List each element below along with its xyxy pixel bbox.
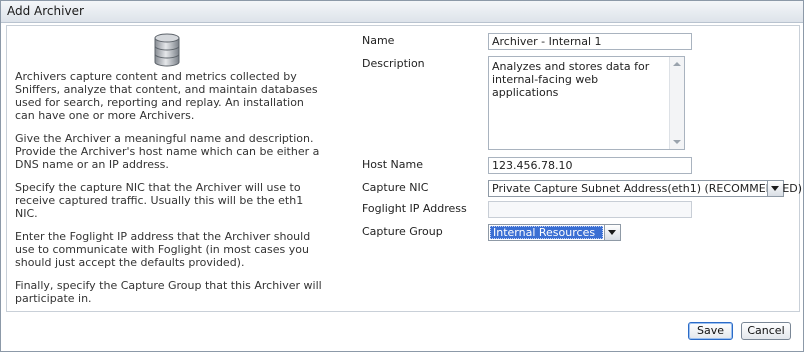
scroll-down-icon[interactable] — [673, 140, 681, 144]
capture-group-select[interactable]: Internal Resources — [488, 224, 621, 241]
description-label: Description — [362, 57, 425, 70]
capture-nic-select[interactable]: Private Capture Subnet Address(eth1) (RE… — [488, 180, 802, 197]
name-label: Name — [362, 34, 395, 47]
host-name-field[interactable]: 123.456.78.10 — [488, 157, 692, 174]
help-paragraph: Specify the capture NIC that the Archive… — [15, 181, 304, 220]
help-paragraph: Enter the Foglight IP address that the A… — [15, 230, 311, 269]
database-icon — [154, 33, 180, 67]
save-button[interactable]: Save — [688, 322, 733, 340]
description-text: Analyzes and stores data for internal-fa… — [492, 60, 650, 99]
dialog-content: Archivers capture content and metrics co… — [6, 25, 802, 315]
title-bar[interactable]: Add Archiver — [1, 1, 803, 23]
description-scrollbar[interactable] — [669, 57, 684, 149]
chevron-down-icon[interactable] — [604, 225, 620, 240]
cancel-button[interactable]: Cancel — [741, 322, 791, 340]
host-name-label: Host Name — [362, 158, 423, 171]
help-paragraph: Archivers capture content and metrics co… — [15, 70, 318, 122]
chevron-down-icon[interactable] — [767, 181, 783, 196]
help-paragraph: Give the Archiver a meaningful name and … — [15, 132, 320, 171]
description-field[interactable]: Analyzes and stores data for internal-fa… — [488, 56, 685, 150]
help-paragraph: Finally, specify the Capture Group that … — [15, 279, 322, 305]
name-field[interactable]: Archiver - Internal 1 — [488, 33, 692, 50]
scroll-up-icon[interactable] — [673, 62, 681, 66]
capture-group-label: Capture Group — [362, 225, 443, 238]
capture-nic-value: Private Capture Subnet Address(eth1) (RE… — [492, 182, 803, 195]
capture-nic-label: Capture NIC — [362, 181, 429, 194]
foglight-ip-label: Foglight IP Address — [362, 202, 467, 215]
dialog-title: Add Archiver — [7, 4, 84, 18]
foglight-ip-field[interactable] — [488, 201, 692, 218]
help-text: Archivers capture content and metrics co… — [15, 70, 325, 315]
add-archiver-dialog: Add Archiver Archivers capture content a… — [0, 0, 804, 352]
capture-group-value: Internal Resources — [490, 226, 603, 239]
